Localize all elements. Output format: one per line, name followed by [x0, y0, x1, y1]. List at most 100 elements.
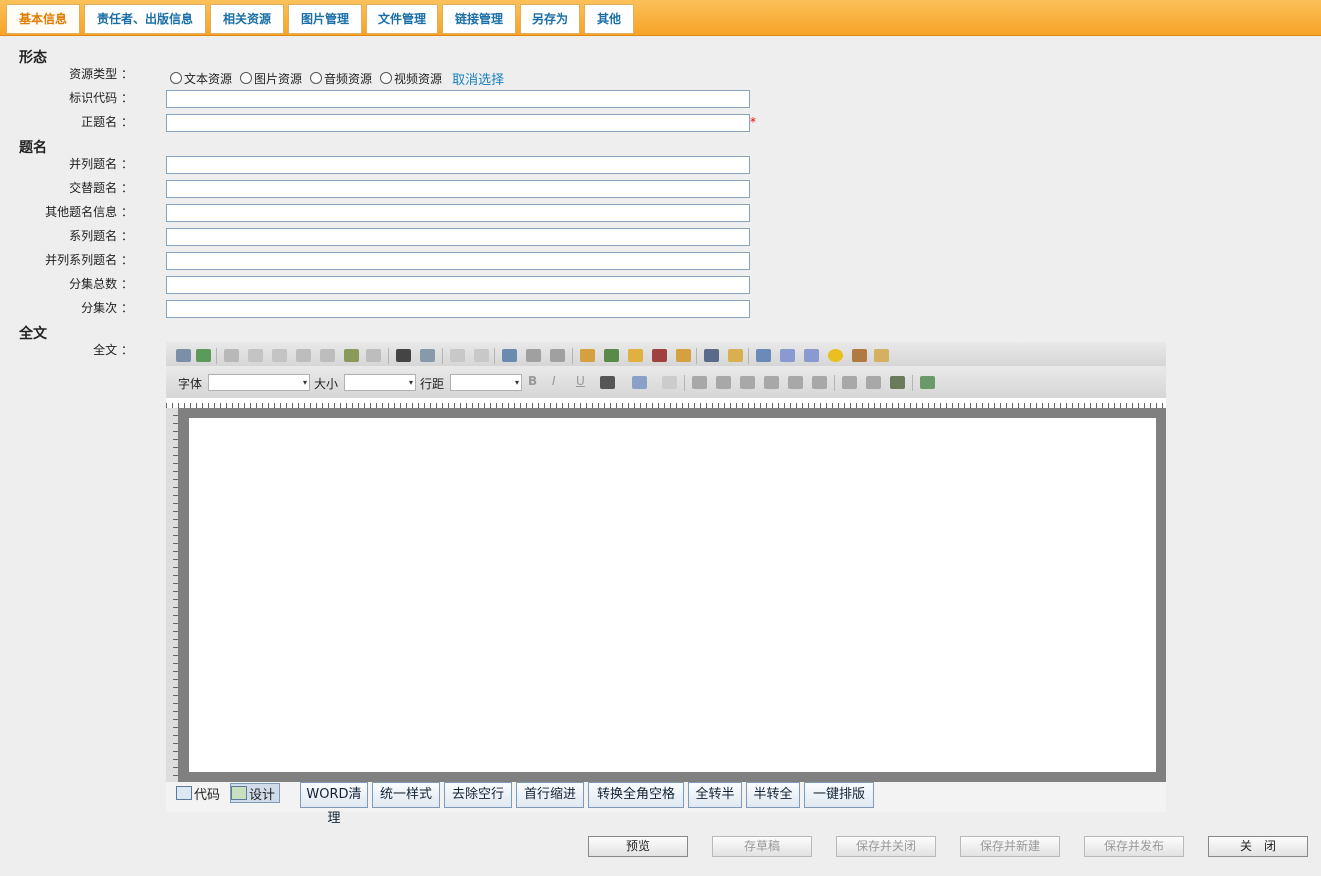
parallel-title-input[interactable]: [166, 156, 750, 174]
copy-icon[interactable]: [270, 347, 288, 365]
align-left-icon[interactable]: [690, 374, 708, 392]
symbol-icon[interactable]: [802, 347, 820, 365]
table-icon[interactable]: [702, 347, 720, 365]
italic-icon[interactable]: I: [552, 374, 570, 392]
radio-circle-icon[interactable]: [240, 72, 253, 84]
tab-save-as[interactable]: 另存为: [520, 4, 580, 34]
box-icon[interactable]: [850, 347, 868, 365]
eraser-icon[interactable]: [660, 374, 678, 392]
unify-style-button[interactable]: 统一样式: [372, 782, 440, 808]
radio-audio-resource[interactable]: 音频资源: [310, 70, 372, 87]
full-to-half-button[interactable]: 全转半: [688, 782, 742, 808]
paste-word-icon[interactable]: [888, 374, 906, 392]
code-mode-button[interactable]: 代码: [176, 783, 220, 803]
replace-icon[interactable]: [418, 347, 436, 365]
undo-icon[interactable]: [448, 347, 466, 365]
save-and-new-button[interactable]: 保存并新建: [960, 836, 1060, 857]
toolbar-separator: [684, 375, 685, 391]
align-right-icon[interactable]: [762, 374, 780, 392]
main-title-input[interactable]: [166, 114, 750, 132]
tab-file-management[interactable]: 文件管理: [366, 4, 438, 34]
outdent-icon[interactable]: [840, 374, 858, 392]
font-select[interactable]: ▾: [208, 374, 310, 391]
print-icon[interactable]: [222, 347, 240, 365]
save-and-publish-button[interactable]: 保存并发布: [1084, 836, 1184, 857]
paste-special-icon[interactable]: [364, 347, 382, 365]
tab-responsibility-publishing[interactable]: 责任者、出版信息: [84, 4, 206, 34]
total-volumes-input[interactable]: [166, 276, 750, 294]
indent-icon[interactable]: [864, 374, 882, 392]
editor-canvas[interactable]: [189, 418, 1156, 772]
word-cleanup-button[interactable]: WORD清理: [300, 782, 368, 826]
radio-text-resource[interactable]: 文本资源: [170, 70, 232, 87]
radio-circle-icon[interactable]: [310, 72, 323, 84]
volume-no-label: 分集次 ：: [81, 301, 133, 315]
align-center-icon[interactable]: [738, 374, 756, 392]
insert-link-icon[interactable]: [500, 347, 518, 365]
tab-image-management[interactable]: 图片管理: [288, 4, 362, 34]
horizontal-ruler: [166, 398, 1166, 408]
cut-icon[interactable]: [246, 347, 264, 365]
parallel-series-title-input[interactable]: [166, 252, 750, 270]
ordered-list-icon[interactable]: [786, 374, 804, 392]
insert-file-icon[interactable]: [674, 347, 692, 365]
radio-circle-icon[interactable]: [170, 72, 182, 84]
tab-basic-info[interactable]: 基本信息: [6, 4, 80, 34]
code-icon: [176, 786, 192, 800]
size-select[interactable]: ▾: [344, 374, 416, 391]
unordered-list-icon[interactable]: [810, 374, 828, 392]
insert-image-icon[interactable]: [602, 347, 620, 365]
edit-icon[interactable]: [872, 347, 890, 365]
layer-icon[interactable]: [754, 347, 772, 365]
unlink-icon[interactable]: [548, 347, 566, 365]
settings-icon[interactable]: [174, 347, 192, 365]
toolbar-separator: [388, 348, 389, 364]
series-title-input[interactable]: [166, 228, 750, 246]
insert-frame-icon[interactable]: [578, 347, 596, 365]
special-char-icon[interactable]: [778, 347, 796, 365]
first-line-indent-button[interactable]: 首行缩进: [516, 782, 584, 808]
paste-word-icon[interactable]: [342, 347, 360, 365]
folder-icon[interactable]: [726, 347, 744, 365]
half-to-full-button[interactable]: 半转全: [746, 782, 800, 808]
save-and-close-button[interactable]: 保存并关闭: [836, 836, 936, 857]
line-spacing-select[interactable]: ▾: [450, 374, 522, 391]
insert-flash-icon[interactable]: [626, 347, 644, 365]
insert-media-icon[interactable]: [650, 347, 668, 365]
link-icon[interactable]: [524, 347, 542, 365]
cancel-selection-link[interactable]: 取消选择: [452, 69, 504, 88]
bold-icon[interactable]: B: [528, 374, 546, 392]
tab-other[interactable]: 其他: [584, 4, 634, 34]
align-justify-icon[interactable]: [714, 374, 732, 392]
volume-no-input[interactable]: [166, 300, 750, 318]
font-color-icon[interactable]: [598, 374, 616, 392]
other-title-info-input[interactable]: [166, 204, 750, 222]
preview-button[interactable]: 预览: [588, 836, 688, 857]
radio-image-resource[interactable]: 图片资源: [240, 70, 302, 87]
paste-text-icon[interactable]: [318, 347, 336, 365]
id-code-input[interactable]: [166, 90, 750, 108]
one-click-format-button[interactable]: 一键排版: [804, 782, 874, 808]
background-color-icon[interactable]: [630, 374, 648, 392]
resource-type-radio-group: 文本资源 图片资源 音频资源 视频资源 取消选择: [170, 69, 504, 88]
convert-fullwidth-space-button[interactable]: 转换全角空格: [588, 782, 684, 808]
find-icon[interactable]: [394, 347, 412, 365]
paste-icon[interactable]: [294, 347, 312, 365]
redo-icon[interactable]: [472, 347, 490, 365]
tab-related-resources[interactable]: 相关资源: [210, 4, 284, 34]
emoticon-icon[interactable]: [826, 347, 844, 365]
close-button[interactable]: 关 闭: [1208, 836, 1308, 857]
radio-circle-icon[interactable]: [380, 72, 393, 84]
paint-icon[interactable]: [194, 347, 212, 365]
alt-title-input[interactable]: [166, 180, 750, 198]
radio-video-resource[interactable]: 视频资源: [380, 70, 442, 87]
design-mode-button[interactable]: 设计: [230, 783, 281, 803]
toolbar-separator: [696, 348, 697, 364]
save-draft-button[interactable]: 存草稿: [712, 836, 812, 857]
remove-empty-lines-button[interactable]: 去除空行: [444, 782, 512, 808]
export-icon[interactable]: [918, 374, 936, 392]
editor-toolbar-row-1: [166, 342, 1166, 366]
toolbar-separator: [748, 348, 749, 364]
tab-link-management[interactable]: 链接管理: [442, 4, 516, 34]
underline-icon[interactable]: U: [576, 374, 594, 392]
